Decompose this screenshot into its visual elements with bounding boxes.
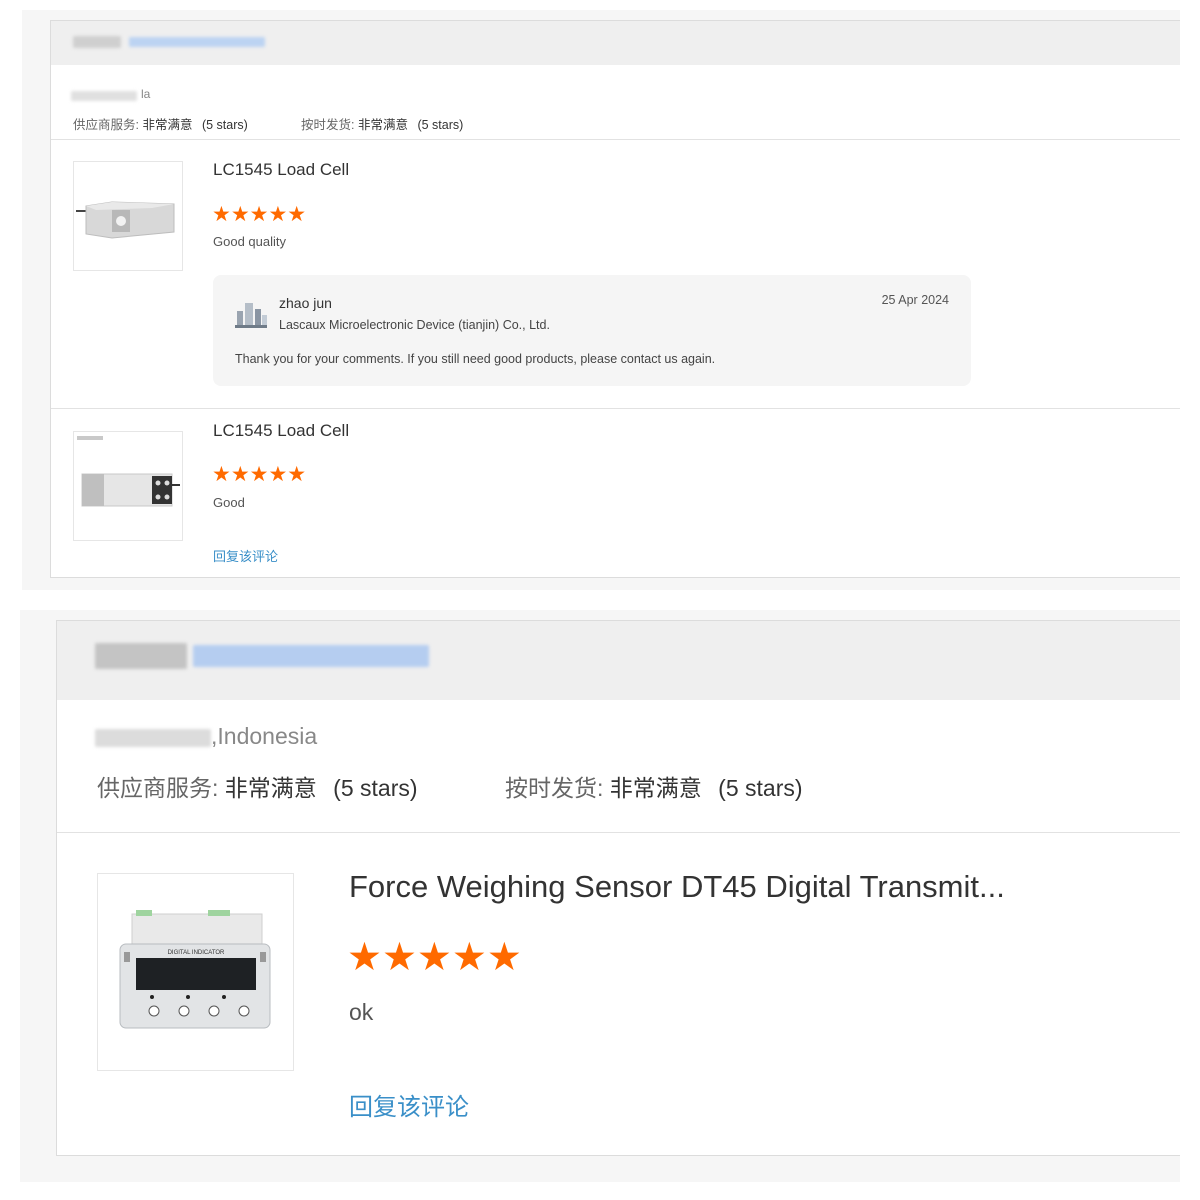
blurred-reviewer-link[interactable] [193, 645, 429, 667]
reviewer-header [57, 621, 1180, 700]
divider [51, 139, 1180, 140]
product-name[interactable]: LC1545 Load Cell [213, 421, 349, 441]
divider [51, 408, 1180, 409]
rating-stars-text: (5 stars) [417, 118, 464, 132]
review-panel-1: la 供应商服务: 非常满意 (5 stars) 按时发货: 非常满意 (5 s… [22, 10, 1180, 590]
blurred-reviewer-link[interactable] [129, 37, 265, 47]
rating-stars-text: (5 stars) [201, 118, 248, 132]
digital-indicator-image: DIGITAL INDICATOR [119, 910, 271, 1029]
load-cell-image [76, 201, 175, 239]
rating-value: 非常满意 [142, 118, 193, 132]
divider [57, 832, 1180, 833]
rating-label: 按时发货: [301, 118, 355, 132]
blurred-location [71, 91, 137, 101]
rating-label: 供应商服务: [73, 118, 139, 132]
review-comment: Good [213, 495, 245, 510]
blurred-reviewer-name [73, 36, 121, 48]
location-suffix: ,Indonesia [211, 723, 318, 749]
on-time-delivery-rating: 按时发货: 非常满意 (5 stars) [301, 114, 463, 133]
review-comment: Good quality [213, 234, 286, 249]
product-name[interactable]: LC1545 Load Cell [213, 160, 349, 180]
product-thumbnail[interactable] [73, 161, 183, 271]
reply-text: Thank you for your comments. If you stil… [235, 352, 716, 366]
rating-value: 非常满意 [357, 118, 408, 132]
review-panel-2: ,Indonesia 供应商服务: 非常满意 (5 stars) 按时发货: 非… [20, 610, 1180, 1182]
blurred-location [95, 729, 211, 747]
rating-value: 非常满意 [224, 775, 317, 801]
supplier-reply: zhao jun Lascaux Microelectronic Device … [213, 275, 971, 386]
reply-company: Lascaux Microelectronic Device (tianjin)… [279, 318, 550, 332]
rating-label: 按时发货: [505, 775, 604, 801]
review-card-1: la 供应商服务: 非常满意 (5 stars) 按时发货: 非常满意 (5 s… [50, 20, 1180, 578]
reply-author: zhao jun [279, 295, 332, 311]
reply-to-review-link[interactable]: 回复该评论 [213, 546, 278, 565]
rating-label: 供应商服务: [97, 775, 219, 801]
avatar-icon [233, 297, 269, 331]
reply-date: 25 Apr 2024 [881, 293, 949, 307]
product-thumbnail[interactable] [73, 431, 183, 541]
reply-to-review-link[interactable]: 回复该评论 [349, 1087, 469, 1122]
supplier-service-rating: 供应商服务: 非常满意 (5 stars) [97, 769, 418, 803]
on-time-delivery-rating: 按时发货: 非常满意 (5 stars) [505, 769, 803, 803]
display-label: DIGITAL INDICATOR [168, 950, 225, 956]
location-suffix: la [141, 87, 151, 101]
product-name[interactable]: Force Weighing Sensor DT45 Digital Trans… [349, 869, 1005, 905]
star-rating: ★★★★★ [212, 463, 307, 486]
supplier-service-rating: 供应商服务: 非常满意 (5 stars) [73, 114, 248, 133]
reviewer-header [51, 21, 1180, 65]
review-card-2: ,Indonesia 供应商服务: 非常满意 (5 stars) 按时发货: 非… [56, 620, 1180, 1156]
load-cell-image [77, 436, 180, 507]
rating-value: 非常满意 [609, 775, 702, 801]
review-comment: ok [349, 999, 374, 1025]
blurred-reviewer-name [95, 643, 187, 669]
product-thumbnail[interactable]: DIGITAL INDICATOR [97, 873, 294, 1071]
rating-stars-text: (5 stars) [718, 775, 803, 801]
rating-stars-text: (5 stars) [333, 775, 418, 801]
star-rating: ★★★★★ [347, 936, 522, 979]
star-rating: ★★★★★ [212, 203, 307, 226]
